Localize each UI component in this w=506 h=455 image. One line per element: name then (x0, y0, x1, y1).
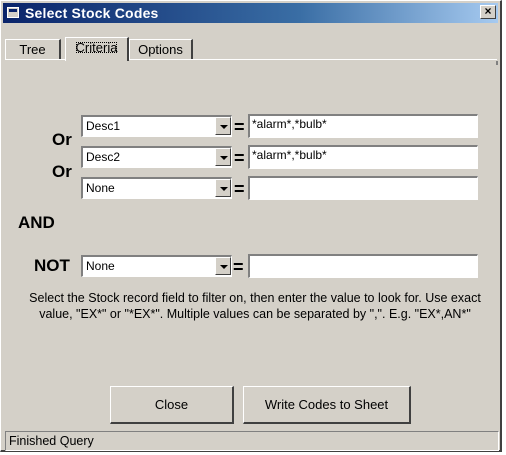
not-value-input[interactable] (248, 254, 478, 278)
dialog-window: Select Stock Codes × Tree Criteria Optio… (0, 0, 502, 452)
equals-sign-2: = (234, 148, 245, 168)
value-input-2[interactable]: *alarm*,*bulb* (248, 145, 478, 169)
tab-options[interactable]: Options (129, 39, 193, 59)
field-select-3-value: None (86, 181, 115, 195)
title-bar[interactable]: Select Stock Codes × (3, 3, 498, 23)
tab-criteria-label: Criteria (75, 40, 118, 55)
status-bar: Finished Query (5, 431, 499, 451)
equals-sign-1: = (234, 117, 245, 137)
window-icon (7, 7, 19, 18)
not-field-select[interactable]: None (81, 255, 232, 277)
field-select-2-value: Desc2 (86, 150, 121, 164)
chevron-down-icon[interactable] (215, 148, 231, 166)
chevron-down-icon[interactable] (215, 179, 231, 197)
tab-tree[interactable]: Tree (5, 39, 61, 59)
field-select-2[interactable]: Desc2 (81, 146, 232, 168)
close-window-button[interactable]: × (480, 5, 496, 19)
close-button[interactable]: Close (110, 386, 234, 424)
not-field-select-value: None (86, 259, 115, 273)
tab-criteria[interactable]: Criteria (65, 37, 129, 61)
field-select-1-value: Desc1 (86, 119, 121, 133)
close-icon: × (484, 4, 492, 18)
equals-sign-3: = (234, 179, 245, 199)
chevron-down-icon[interactable] (215, 257, 231, 275)
window-title: Select Stock Codes (25, 5, 159, 21)
not-label: NOT (34, 256, 70, 275)
tab-options-label: Options (138, 42, 183, 57)
value-input-3[interactable] (248, 176, 478, 200)
not-equals-sign: = (233, 257, 244, 277)
chevron-down-icon[interactable] (215, 117, 231, 135)
field-select-1[interactable]: Desc1 (81, 115, 232, 137)
and-label: AND (18, 213, 55, 232)
write-codes-button[interactable]: Write Codes to Sheet (243, 386, 411, 424)
or-label-2: Or (52, 162, 72, 181)
field-select-3[interactable]: None (81, 177, 232, 199)
value-input-1[interactable]: *alarm*,*bulb* (248, 114, 478, 138)
panel-edge (496, 61, 498, 65)
or-label-1: Or (52, 130, 72, 149)
help-text: Select the Stock record field to filter … (29, 291, 481, 321)
tab-tree-label: Tree (19, 42, 46, 57)
